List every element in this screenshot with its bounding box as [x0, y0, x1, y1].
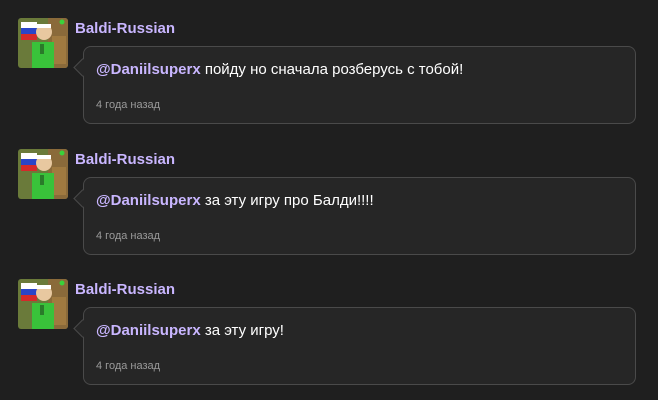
- comment-item: Baldi-Russian @Daniilsuperx за эту игру …: [0, 145, 658, 275]
- user-avatar[interactable]: [18, 18, 68, 68]
- comment-item: Baldi-Russian @Daniilsuperx за эту игру!…: [0, 275, 658, 400]
- comment-body: за эту игру про Балди!!!!: [200, 192, 374, 209]
- comment-body: пойду но сначала розберусь с тобой!: [200, 61, 464, 78]
- user-mention[interactable]: @Daniilsuperx: [96, 322, 201, 339]
- user-mention[interactable]: @Daniilsuperx: [96, 192, 201, 209]
- baldi-russian-flag-avatar-icon: [18, 18, 68, 68]
- comment-bubble: @Daniilsuperx пойду но сначала розберусь…: [83, 46, 636, 124]
- comment-author[interactable]: Baldi-Russian: [75, 151, 175, 168]
- comment-bubble: @Daniilsuperx за эту игру про Балди!!!! …: [83, 177, 636, 255]
- baldi-russian-flag-avatar-icon: [18, 149, 68, 199]
- comment-timestamp: 4 года назад: [96, 230, 161, 242]
- comment-timestamp: 4 года назад: [96, 99, 161, 111]
- comment-timestamp: 4 года назад: [96, 360, 161, 372]
- comment-text: @Daniilsuperx пойду но сначала розберусь…: [96, 61, 463, 78]
- comment-author[interactable]: Baldi-Russian: [75, 281, 175, 298]
- user-avatar[interactable]: [18, 279, 68, 329]
- comment-body: за эту игру!: [200, 322, 284, 339]
- comment-item: Baldi-Russian @Daniilsuperx пойду но сна…: [0, 14, 658, 144]
- user-avatar[interactable]: [18, 149, 68, 199]
- comment-bubble: @Daniilsuperx за эту игру! 4 года назад: [83, 307, 636, 385]
- comment-text: @Daniilsuperx за эту игру!: [96, 322, 284, 339]
- comment-text: @Daniilsuperx за эту игру про Балди!!!!: [96, 192, 374, 209]
- baldi-russian-flag-avatar-icon: [18, 279, 68, 329]
- user-mention[interactable]: @Daniilsuperx: [96, 61, 201, 78]
- comment-author[interactable]: Baldi-Russian: [75, 20, 175, 37]
- comment-feed: Baldi-Russian @Daniilsuperx пойду но сна…: [0, 0, 658, 400]
